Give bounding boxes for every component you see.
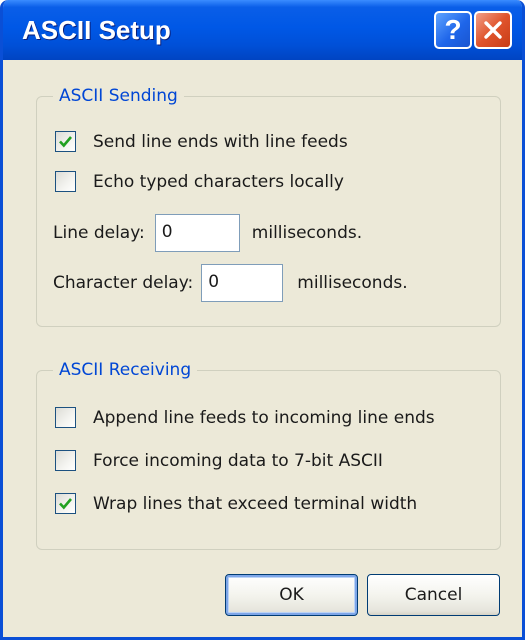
close-button[interactable]	[474, 11, 512, 49]
send-line-ends-checkbox[interactable]	[55, 131, 76, 152]
force-7bit-label: Force incoming data to 7-bit ASCII	[93, 450, 383, 471]
checkmark-icon	[59, 498, 72, 510]
wrap-lines-checkbox[interactable]	[55, 493, 76, 514]
line-delay-label: Line delay:	[53, 223, 145, 243]
send-line-ends-label: Send line ends with line feeds	[93, 131, 348, 152]
character-delay-row: Character delay: 0 milliseconds.	[53, 264, 408, 302]
line-delay-row: Line delay: 0 milliseconds.	[53, 214, 362, 252]
help-button[interactable]: ?	[434, 11, 472, 49]
close-icon	[484, 21, 502, 39]
ascii-setup-dialog: ASCII Setup ? ASCII Sending Send line en…	[0, 0, 525, 640]
wrap-lines-label: Wrap lines that exceed terminal width	[93, 493, 418, 514]
echo-typed-checkbox[interactable]	[55, 171, 76, 192]
character-delay-input[interactable]: 0	[201, 264, 284, 302]
wrap-lines-option[interactable]: Wrap lines that exceed terminal width	[55, 493, 417, 514]
dialog-title: ASCII Setup	[22, 15, 171, 45]
character-delay-unit: milliseconds.	[297, 273, 408, 293]
append-line-feeds-checkbox[interactable]	[55, 407, 76, 428]
force-7bit-checkbox[interactable]	[55, 450, 76, 471]
checkmark-icon	[59, 136, 72, 148]
line-delay-input[interactable]: 0	[154, 214, 240, 252]
force-7bit-option[interactable]: Force incoming data to 7-bit ASCII	[55, 450, 383, 471]
ok-button[interactable]: OK	[225, 574, 358, 616]
echo-typed-label: Echo typed characters locally	[93, 171, 344, 192]
append-line-feeds-option[interactable]: Append line feeds to incoming line ends	[55, 407, 435, 428]
line-delay-unit: milliseconds.	[251, 223, 363, 243]
cancel-button[interactable]: Cancel	[367, 574, 500, 616]
ascii-sending-legend: ASCII Sending	[53, 83, 184, 109]
title-bar[interactable]: ASCII Setup ?	[3, 0, 522, 60]
append-line-feeds-label: Append line feeds to incoming line ends	[93, 407, 435, 428]
send-line-ends-option[interactable]: Send line ends with line feeds	[55, 131, 348, 152]
ascii-receiving-group: ASCII Receiving Append line feeds to inc…	[36, 357, 501, 550]
character-delay-label: Character delay:	[53, 273, 194, 293]
ascii-sending-group: ASCII Sending Send line ends with line f…	[36, 83, 501, 327]
ascii-receiving-legend: ASCII Receiving	[53, 357, 198, 383]
echo-typed-option[interactable]: Echo typed characters locally	[55, 171, 344, 192]
help-icon: ?	[444, 14, 462, 45]
